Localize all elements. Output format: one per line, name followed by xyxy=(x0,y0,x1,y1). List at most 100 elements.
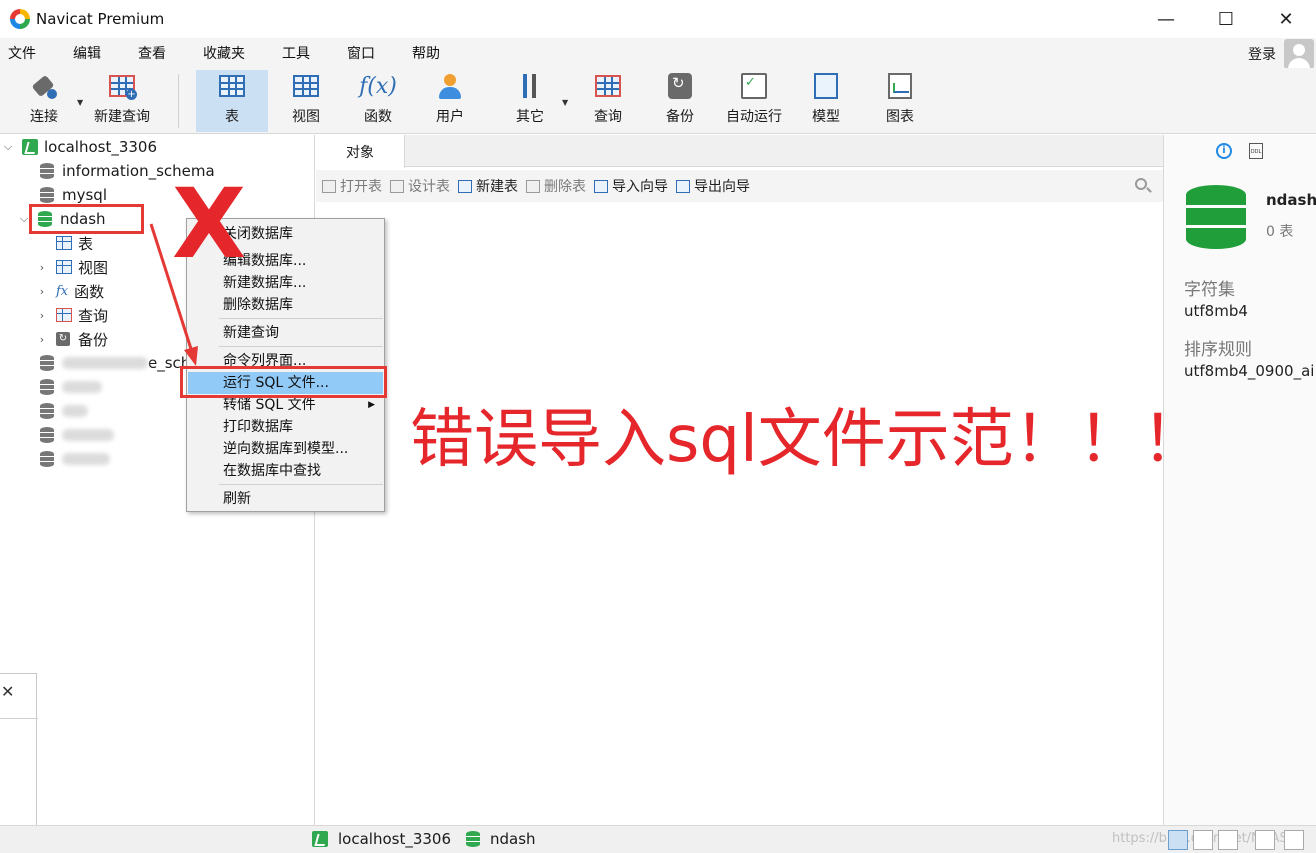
tree-item-label: 查询 xyxy=(78,306,109,325)
import-wizard-button[interactable]: 导入向导 xyxy=(594,176,668,196)
tree-item-queries[interactable]: › 查询 xyxy=(36,303,108,327)
menu-print-database[interactable]: 打印数据库 xyxy=(188,416,383,438)
connect-dropdown-arrow-icon[interactable]: ▼ xyxy=(77,98,83,107)
menu-separator xyxy=(219,318,383,319)
open-table-button[interactable]: 打开表 xyxy=(322,176,382,196)
query-icon xyxy=(56,308,72,322)
info-icon[interactable]: i xyxy=(1216,143,1232,159)
window-controls: — ☐ ✕ xyxy=(1136,0,1316,38)
info-table-count: 0 表 xyxy=(1266,224,1294,240)
database-icon xyxy=(40,403,54,419)
chevron-right-icon[interactable]: › xyxy=(36,261,48,274)
connect-button[interactable]: 连接 xyxy=(16,70,72,132)
menu-delete-database[interactable]: 删除数据库 xyxy=(188,294,383,316)
collation-label: 排序规则 xyxy=(1184,340,1252,360)
connect-label: 连接 xyxy=(30,109,58,125)
menu-window[interactable]: 窗口 xyxy=(339,43,386,63)
tree-connection[interactable]: ⌵ localhost_3306 xyxy=(2,135,157,159)
tab-objects[interactable]: 对象 xyxy=(316,135,405,168)
backup-button[interactable]: 备份 xyxy=(652,70,708,132)
chevron-down-icon[interactable]: ⌵ xyxy=(2,140,14,154)
function-icon: f(x) xyxy=(359,72,397,100)
chevron-right-icon[interactable]: › xyxy=(36,309,48,322)
list-view-button[interactable] xyxy=(1168,830,1188,850)
tree-db-blurred[interactable] xyxy=(40,447,110,471)
menu-view[interactable]: 查看 xyxy=(130,43,177,63)
maximize-button[interactable]: ☐ xyxy=(1196,0,1256,38)
menu-edit[interactable]: 编辑 xyxy=(65,43,112,63)
export-wizard-button[interactable]: 导出向导 xyxy=(676,176,750,196)
model-label: 模型 xyxy=(812,109,840,125)
model-button[interactable]: 模型 xyxy=(798,70,854,132)
export-wizard-icon xyxy=(676,179,690,193)
charset-value: utf8mb4 xyxy=(1184,302,1248,320)
function-button[interactable]: f(x) 函数 xyxy=(350,70,406,132)
user-button[interactable]: 用户 xyxy=(422,70,478,132)
tree-db-blurred[interactable]: e_sch xyxy=(40,351,190,375)
chevron-right-icon[interactable]: › xyxy=(36,333,48,346)
toggle-panel-right-button[interactable] xyxy=(1284,830,1304,850)
search-icon[interactable] xyxy=(1135,178,1147,190)
tree-item-label: 视图 xyxy=(78,258,109,277)
new-query-icon: + xyxy=(107,72,137,100)
new-query-button[interactable]: + 新建查询 xyxy=(88,70,156,132)
menu-new-query[interactable]: 新建查询 xyxy=(188,322,383,344)
query-label: 查询 xyxy=(594,109,622,125)
function-icon: fx xyxy=(56,283,69,299)
tree-db-blurred[interactable] xyxy=(40,375,102,399)
auto-run-icon xyxy=(739,72,769,100)
charset-label: 字符集 xyxy=(1184,280,1235,300)
annotation-box-ndash xyxy=(29,204,144,234)
new-table-button[interactable]: 新建表 xyxy=(458,176,518,196)
other-button[interactable]: 其它 xyxy=(502,70,558,132)
tree-item-views[interactable]: › 视图 xyxy=(36,255,108,279)
view-button[interactable]: 视图 xyxy=(278,70,334,132)
blurred-db-name xyxy=(62,405,88,417)
avatar[interactable] xyxy=(1284,39,1314,69)
table-icon xyxy=(56,236,72,250)
table-button[interactable]: 表 xyxy=(196,70,268,132)
delete-table-icon xyxy=(526,179,540,193)
close-icon[interactable]: ✕ xyxy=(1,682,14,701)
er-view-button[interactable] xyxy=(1218,830,1238,850)
tree-item-tables[interactable]: 表 xyxy=(56,231,93,255)
connection-label: localhost_3306 xyxy=(44,138,158,156)
tab-strip: 对象 xyxy=(316,135,1163,168)
design-table-button[interactable]: 设计表 xyxy=(390,176,450,196)
auto-run-button[interactable]: 自动运行 xyxy=(722,70,786,132)
annotation-box-run-sql xyxy=(180,366,387,398)
menu-separator xyxy=(219,346,383,347)
menu-file[interactable]: 文件 xyxy=(0,43,47,63)
tree-item-backups[interactable]: › ↻ 备份 xyxy=(36,327,108,351)
detail-view-button[interactable] xyxy=(1193,830,1213,850)
menu-tools[interactable]: 工具 xyxy=(274,43,321,63)
blurred-db-name xyxy=(62,357,148,369)
annotation-x-mark: X xyxy=(172,168,247,280)
menu-separator xyxy=(219,484,383,485)
menu-find-in-database[interactable]: 在数据库中查找 xyxy=(188,460,383,482)
tree-item-functions[interactable]: › fx 函数 xyxy=(36,279,104,303)
menu-refresh[interactable]: 刷新 xyxy=(188,488,383,510)
connect-plug-icon xyxy=(29,72,59,100)
design-table-label: 设计表 xyxy=(408,179,450,195)
open-table-label: 打开表 xyxy=(340,179,382,195)
other-dropdown-arrow-icon[interactable]: ▼ xyxy=(562,98,568,107)
toggle-panel-left-button[interactable] xyxy=(1255,830,1275,850)
menu-help[interactable]: 帮助 xyxy=(404,43,451,63)
object-list-area[interactable] xyxy=(316,202,1163,825)
query-button[interactable]: 查询 xyxy=(580,70,636,132)
minimize-button[interactable]: — xyxy=(1136,0,1196,38)
chart-button[interactable]: 图表 xyxy=(872,70,928,132)
chevron-right-icon[interactable]: › xyxy=(36,285,48,298)
tree-db-blurred[interactable] xyxy=(40,423,114,447)
close-button[interactable]: ✕ xyxy=(1256,0,1316,38)
status-database-label: ndash xyxy=(490,830,536,848)
navicat-logo-icon xyxy=(10,9,30,29)
tree-db-blurred[interactable] xyxy=(40,399,88,423)
login-link[interactable]: 登录 xyxy=(1248,44,1276,64)
menu-favorites[interactable]: 收藏夹 xyxy=(195,43,256,63)
menu-reverse-to-model[interactable]: 逆向数据库到模型... xyxy=(188,438,383,460)
ddl-icon[interactable]: DDL xyxy=(1249,143,1263,159)
object-toolbar: 打开表 设计表 新建表 删除表 导入向导 导出向导 xyxy=(316,170,1163,202)
delete-table-button[interactable]: 删除表 xyxy=(526,176,586,196)
